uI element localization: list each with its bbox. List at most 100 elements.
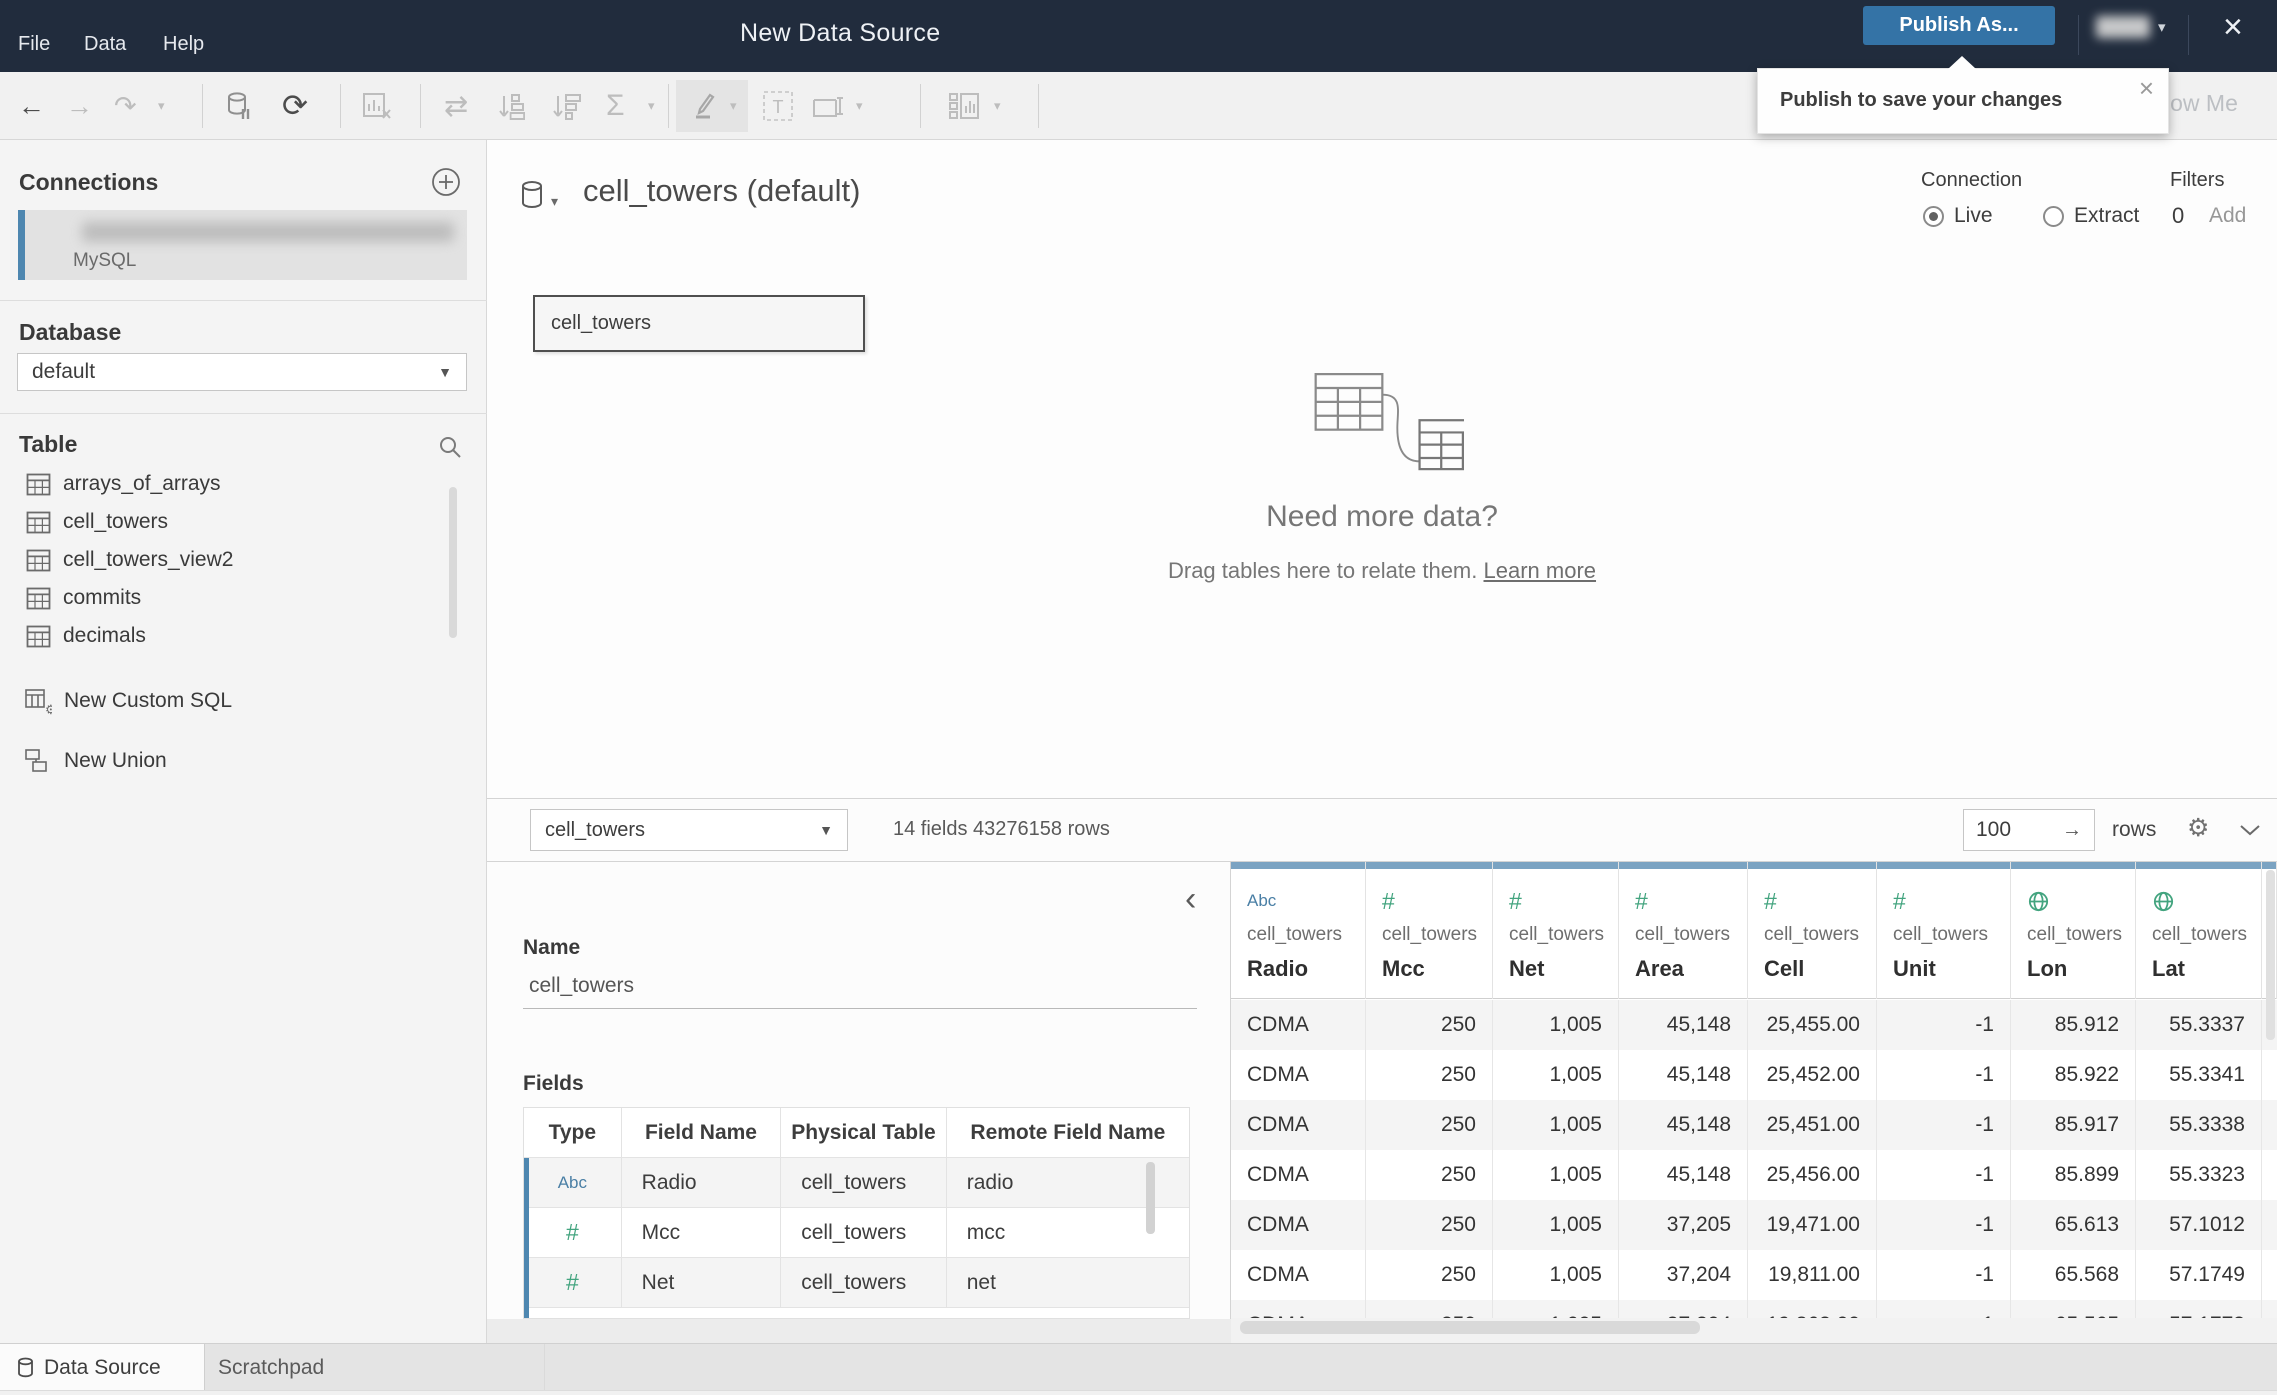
grid-cell: 1,005 <box>1493 1200 1619 1250</box>
menu-data[interactable]: Data <box>84 33 126 56</box>
preview-table-select[interactable]: cell_towers ▼ <box>530 809 848 851</box>
fields-table-scrollbar[interactable] <box>1146 1162 1155 1234</box>
menu-file[interactable]: File <box>18 33 50 56</box>
database-select[interactable]: default ▼ <box>17 353 467 391</box>
text-label-icon[interactable]: T <box>762 86 794 126</box>
refresh-icon[interactable]: ⟳ <box>282 86 308 126</box>
table-list-item[interactable]: arrays_of_arrays <box>0 465 487 503</box>
filters-count: 0 <box>2172 203 2185 228</box>
column-field-name: Area <box>1635 956 1684 981</box>
grid-row: CDMA 250 1,005 37,204 19,811.00 -1 65.568 57.17… <box>1231 1250 2277 1300</box>
grid-cell: 250 <box>1366 1300 1493 1318</box>
grid-column-header[interactable]: # cell_towers Net <box>1493 862 1619 999</box>
new-union-button[interactable]: New Union <box>0 741 487 781</box>
grid-column-header[interactable]: # cell_towers Unit <box>1877 862 2011 999</box>
fit-selector-icon[interactable] <box>812 86 846 126</box>
field-row-summary: 14 fields 43276158 rows <box>893 818 1110 840</box>
field-type-cell: Abc <box>524 1158 622 1208</box>
data-preview-toolbar: cell_towers ▼ 14 fields 43276158 rows 10… <box>487 798 2277 862</box>
column-table-label: cell_towers <box>1247 924 1343 945</box>
filters-add-link[interactable]: Add <box>2209 204 2246 228</box>
grid-cell: 45,148 <box>1619 1000 1748 1050</box>
preview-collapse-chevron-icon[interactable] <box>2239 823 2261 842</box>
undo-icon[interactable]: ← <box>18 86 45 126</box>
replay-caret-icon[interactable]: ▾ <box>158 86 165 126</box>
panel-collapse-chevron-icon[interactable]: ‹ <box>1185 880 1196 919</box>
table-search-icon[interactable] <box>437 434 463 465</box>
grid-cell: 250 <box>1366 1250 1493 1300</box>
table-list-item[interactable]: decimals <box>0 617 487 655</box>
window-close-icon[interactable]: × <box>2223 10 2243 44</box>
grid-column-header[interactable]: Abc cell_towers Radio <box>1231 862 1366 999</box>
field-name-cell: Net <box>621 1258 782 1308</box>
live-radio[interactable] <box>1923 205 1944 227</box>
custom-sql-icon: ⚙ <box>25 689 52 715</box>
preview-settings-gear-icon[interactable]: ⚙ <box>2187 813 2209 843</box>
grid-cell: 25,452.00 <box>1748 1050 1877 1100</box>
grid-cell: 250 <box>1366 1000 1493 1050</box>
toolbar-divider <box>420 84 421 128</box>
user-caret-down-icon[interactable]: ▾ <box>2158 18 2166 36</box>
grid-column-header[interactable]: # cell_towers Cell <box>1748 862 1877 999</box>
connections-sidebar: Connections MySQL Database default ▼ Tab… <box>0 140 487 1343</box>
table-icon <box>26 473 51 495</box>
grid-cell: 57.1773 <box>2136 1300 2262 1318</box>
apply-row-limit-icon[interactable]: → <box>2062 819 2082 842</box>
show-me-icon[interactable] <box>948 86 980 126</box>
swap-rows-columns-icon[interactable]: ⇄ <box>444 86 468 126</box>
menu-help[interactable]: Help <box>163 33 204 56</box>
sort-ascending-icon[interactable] <box>498 86 528 126</box>
extract-radio[interactable] <box>2043 205 2064 227</box>
new-custom-sql-button[interactable]: ⚙ New Custom SQL <box>0 681 487 721</box>
fit-caret-icon[interactable]: ▾ <box>856 86 863 126</box>
table-list-item[interactable]: cell_towers <box>0 503 487 541</box>
grid-column-header[interactable]: cell_towers Lon <box>2011 862 2136 999</box>
connection-item[interactable]: MySQL <box>18 210 467 280</box>
datasource-title[interactable]: cell_towers (default) <box>583 173 860 209</box>
grid-column-header[interactable]: # cell_towers Area <box>1619 862 1748 999</box>
table-list-scrollbar[interactable] <box>449 487 457 638</box>
show-me-caret-icon[interactable]: ▾ <box>994 86 1001 126</box>
tooltip-close-icon[interactable]: × <box>2139 73 2154 104</box>
pause-updates-icon[interactable] <box>226 86 252 126</box>
sort-descending-icon[interactable] <box>552 86 582 126</box>
totals-caret-icon[interactable]: ▾ <box>648 86 655 126</box>
table-list-item[interactable]: cell_towers_view2 <box>0 541 487 579</box>
grid-vertical-scrollbar[interactable] <box>2266 870 2275 1040</box>
name-value-field[interactable]: cell_towers <box>529 974 634 998</box>
connection-name-redacted <box>82 222 454 242</box>
canvas-table-node[interactable]: cell_towers <box>533 295 865 352</box>
sheet-tab-bar: Data Source Scratchpad <box>0 1343 2277 1391</box>
fields-row[interactable]: # Net cell_towers net <box>524 1258 1189 1308</box>
row-limit-input[interactable]: 100 → <box>1963 809 2095 851</box>
replay-icon[interactable]: ↷ <box>114 86 137 126</box>
datasource-caret-down-icon[interactable]: ▾ <box>551 193 558 210</box>
field-accent-bar <box>524 1258 529 1308</box>
grid-row: CDMA 250 1,005 37,205 19,471.00 -1 65.613 57.10… <box>1231 1200 2277 1250</box>
highlight-icon[interactable] <box>688 86 718 126</box>
grid-horizontal-scrollbar[interactable] <box>1240 1321 1700 1334</box>
fields-row[interactable]: # Mcc cell_towers mcc <box>524 1208 1189 1258</box>
publish-as-button[interactable]: Publish As... <box>1863 6 2055 45</box>
redo-icon[interactable]: → <box>66 86 93 126</box>
column-table-label: cell_towers <box>1635 924 1731 945</box>
field-type-cell: # <box>524 1258 622 1308</box>
grid-cell: 65.565 <box>2011 1300 2136 1318</box>
relate-tables-illustration <box>1314 372 1486 489</box>
grid-column-header[interactable]: # cell_towers Mcc <box>1366 862 1493 999</box>
totals-icon[interactable]: Σ <box>606 86 625 126</box>
learn-more-link[interactable]: Learn more <box>1484 558 1597 583</box>
table-list-item[interactable]: commits <box>0 579 487 617</box>
grid-column-header[interactable]: cell_towers Lat <box>2136 862 2262 999</box>
table-details-panel: ‹ Name cell_towers Fields Type Field Name… <box>487 862 1231 1343</box>
clear-sheet-icon[interactable] <box>362 86 392 126</box>
tab-scratchpad[interactable]: Scratchpad <box>205 1344 545 1391</box>
number-type-icon: # <box>565 1219 579 1245</box>
title-bar: File Data Help New Data Source Publish A… <box>0 0 2277 72</box>
user-account-chip[interactable] <box>2096 16 2150 38</box>
highlight-caret-icon[interactable]: ▾ <box>730 86 737 126</box>
tab-data-source[interactable]: Data Source <box>0 1344 205 1391</box>
grid-cell: 55.3338 <box>2136 1100 2262 1150</box>
fields-row[interactable]: Abc Radio cell_towers radio <box>524 1158 1189 1208</box>
add-connection-icon[interactable] <box>431 167 461 202</box>
